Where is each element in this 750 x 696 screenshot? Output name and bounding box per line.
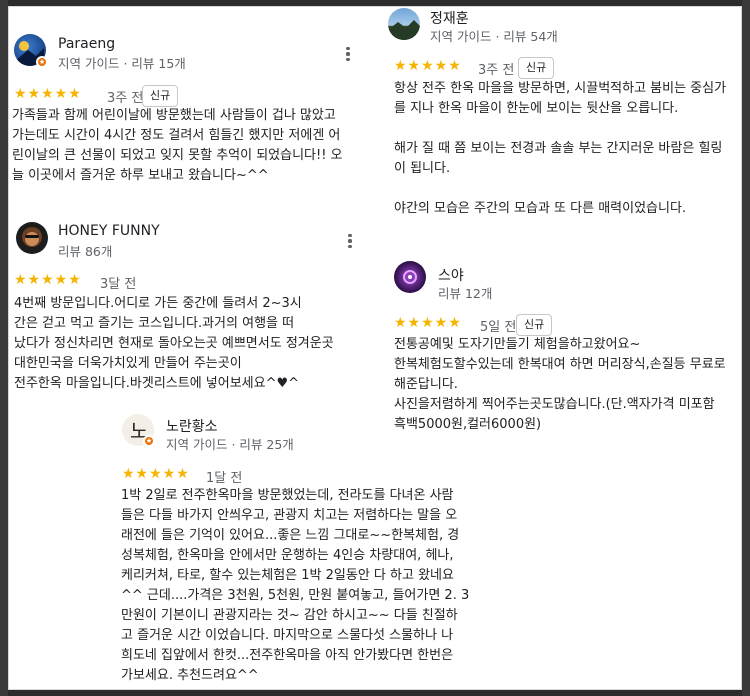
review-card-noranhwangso: 노 ★ 노란황소 지역 가이드 · 리뷰 25개 ★★★★★ 1달 전 1박 2… bbox=[116, 404, 486, 690]
review-text: 4번째 방문입니다.어디로 가든 중간에 들려서 2~3시 간은 걷고 먹고 즐… bbox=[14, 296, 334, 391]
review-date: 5일 전 bbox=[480, 320, 517, 335]
review-collage: ★ Paraeng 지역 가이드 · 리뷰 15개 ★★★★★ 3주 전 신규 … bbox=[8, 6, 742, 690]
review-date: 3주 전 bbox=[107, 91, 144, 106]
review-date: 3달 전 bbox=[100, 277, 137, 292]
left-border bbox=[0, 0, 8, 696]
right-border bbox=[742, 0, 750, 696]
local-guide-badge-icon: ★ bbox=[36, 56, 48, 68]
review-card-paraeng: ★ Paraeng 지역 가이드 · 리뷰 15개 ★★★★★ 3주 전 신규 … bbox=[8, 6, 368, 206]
review-text: 가족들과 함께 어린이날에 방문했는데 사람들이 겁나 많았고 가는데도 시간이… bbox=[12, 108, 343, 183]
star-rating: ★★★★★ bbox=[14, 272, 82, 288]
reviewer-name[interactable]: 스야 bbox=[438, 265, 464, 285]
reviewer-name[interactable]: 정재훈 bbox=[430, 8, 469, 28]
reviewer-name[interactable]: 노란황소 bbox=[166, 416, 218, 436]
more-options-icon[interactable] bbox=[342, 230, 358, 252]
review-date: 1달 전 bbox=[206, 471, 243, 486]
local-guide-badge-icon: ★ bbox=[143, 435, 155, 447]
review-card-jungjaehoon: 정재훈 지역 가이드 · 리뷰 54개 ★★★★★ 3주 전 신규 항상 전주 … bbox=[380, 6, 742, 231]
star-rating: ★★★★★ bbox=[122, 466, 190, 482]
reviewer-meta: 지역 가이드 · 리뷰 54개 bbox=[430, 29, 558, 44]
review-text: 1박 2일로 전주한옥마을 방문했었는데, 전라도를 다녀온 사람 들은 다들 … bbox=[121, 488, 470, 683]
star-rating: ★★★★★ bbox=[394, 58, 462, 74]
review-card-honey-funny: HONEY FUNNY 리뷰 86개 ★★★★★ 3달 전 4번째 방문입니다.… bbox=[8, 206, 368, 401]
new-badge: 신규 bbox=[516, 314, 553, 336]
review-text: 전통공예및 도자기만들기 체험을하고왔어요~ 한복체험도할수있는데 한복대여 하… bbox=[394, 337, 726, 432]
more-options-icon[interactable] bbox=[340, 43, 356, 65]
avatar[interactable] bbox=[394, 261, 426, 293]
reviewer-name[interactable]: HONEY FUNNY bbox=[58, 223, 160, 239]
star-rating: ★★★★★ bbox=[14, 86, 82, 102]
reviewer-name[interactable]: Paraeng bbox=[58, 36, 115, 52]
avatar[interactable] bbox=[16, 222, 48, 254]
star-rating: ★★★★★ bbox=[394, 315, 462, 331]
reviewer-meta: 지역 가이드 · 리뷰 25개 bbox=[166, 437, 294, 452]
reviewer-meta: 지역 가이드 · 리뷰 15개 bbox=[58, 56, 186, 71]
review-text: 항상 전주 한옥 마을을 방문하면, 시끌벅적하고 붐비는 중심가 를 지나 한… bbox=[394, 81, 727, 216]
reviewer-meta: 리뷰 12개 bbox=[438, 286, 493, 301]
avatar[interactable] bbox=[388, 8, 420, 40]
new-badge: 신규 bbox=[142, 85, 179, 107]
reviewer-meta: 리뷰 86개 bbox=[58, 244, 113, 259]
new-badge: 신규 bbox=[518, 57, 555, 79]
review-card-seuya: 스야 리뷰 12개 ★★★★★ 5일 전 신규 전통공예및 도자기만들기 체험을… bbox=[380, 256, 742, 446]
review-date: 3주 전 bbox=[478, 63, 515, 78]
